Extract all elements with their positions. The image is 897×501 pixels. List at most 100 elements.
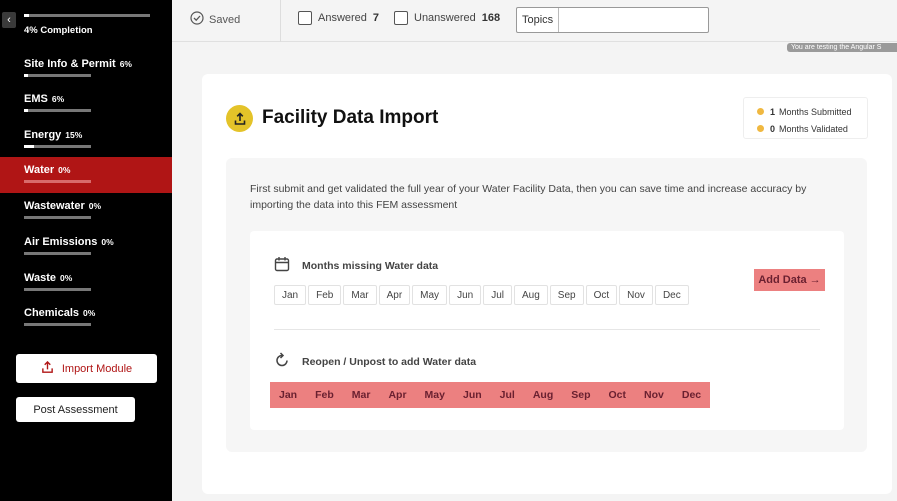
- upload-icon: [41, 360, 54, 377]
- months-legend: 1 Months Submitted 0 Months Validated: [743, 97, 868, 139]
- page-title: Facility Data Import: [262, 107, 439, 128]
- sidebar-item-wastewater[interactable]: Wastewater 0%: [0, 196, 172, 232]
- collapse-sidebar-button[interactable]: ‹: [2, 12, 16, 28]
- topics-value[interactable]: [559, 8, 708, 32]
- test-environment-badge: You are testing the Angular S: [787, 43, 897, 52]
- sidebar-item-bar: [24, 109, 91, 112]
- reopen-month-jul[interactable]: Jul: [491, 382, 524, 408]
- unanswered-checkbox[interactable]: [394, 11, 408, 25]
- missing-months-header: Months missing Water data: [274, 256, 438, 275]
- answered-checkbox[interactable]: [298, 11, 312, 25]
- sidebar-item-label: Site Info & Permit: [24, 58, 116, 70]
- sidebar-item-site-info[interactable]: Site Info & Permit 6%: [0, 54, 172, 90]
- sidebar-item-pct: 0%: [83, 308, 96, 318]
- reopen-month-sep[interactable]: Sep: [562, 382, 599, 408]
- sidebar-item-label: EMS: [24, 93, 48, 105]
- post-assessment-button[interactable]: Post Assessment: [16, 397, 135, 422]
- sidebar-item-bar: [24, 145, 91, 148]
- sidebar-item-bar: [24, 74, 91, 77]
- sidebar-item-label: Energy: [24, 129, 62, 141]
- reopen-month-nov[interactable]: Nov: [635, 382, 673, 408]
- sidebar-item-chemicals[interactable]: Chemicals 0%: [0, 303, 172, 339]
- add-data-button[interactable]: Add Data →: [754, 269, 825, 291]
- unanswered-label: Unanswered: [414, 12, 476, 24]
- import-module-button[interactable]: Import Module: [16, 354, 157, 383]
- month-chip-sep[interactable]: Sep: [549, 285, 584, 305]
- reopen-month-oct[interactable]: Oct: [600, 382, 636, 408]
- add-data-label: Add Data →: [758, 274, 821, 286]
- unanswered-filter[interactable]: Unanswered 168: [394, 11, 500, 25]
- sidebar-item-bar: [24, 288, 91, 291]
- reopen-month-dec[interactable]: Dec: [673, 382, 710, 408]
- sidebar-item-pct: 0%: [101, 237, 114, 247]
- month-chip-aug[interactable]: Aug: [513, 285, 548, 305]
- answered-count: 7: [372, 12, 380, 24]
- reopen-months-list: Jan Feb Mar Apr May Jun Jul Aug Sep Oct …: [270, 382, 711, 408]
- overall-completion: 4% Completion: [24, 14, 150, 36]
- sidebar-item-pct: 6%: [51, 94, 65, 104]
- reopen-month-jun[interactable]: Jun: [454, 382, 491, 408]
- sidebar-item-waste[interactable]: Waste 0%: [0, 268, 172, 304]
- month-chip-dec[interactable]: Dec: [654, 285, 689, 305]
- reopen-month-feb[interactable]: Feb: [306, 382, 343, 408]
- months-panel: Months missing Water data Add Data → Jan…: [250, 231, 844, 430]
- month-chip-feb[interactable]: Feb: [308, 285, 342, 305]
- month-chip-jun[interactable]: Jun: [449, 285, 482, 305]
- month-chip-jan[interactable]: Jan: [274, 285, 307, 305]
- missing-months-list: Jan Feb Mar Apr May Jun Jul Aug Sep Oct …: [274, 285, 689, 305]
- missing-months-title: Months missing Water data: [302, 259, 439, 272]
- facility-data-import-card: Facility Data Import 1 Months Submitted …: [202, 74, 892, 494]
- reopen-title: Reopen / Unpost to add Water data: [302, 355, 477, 368]
- sidebar-item-label: Chemicals: [24, 307, 80, 319]
- completion-bar: [24, 14, 150, 17]
- post-assessment-label: Post Assessment: [33, 403, 118, 416]
- sidebar-item-pct: 0%: [58, 165, 71, 175]
- month-chip-mar[interactable]: Mar: [343, 285, 377, 305]
- sidebar-item-label: Water: [24, 164, 55, 176]
- status-dot: [757, 108, 764, 115]
- reopen-month-aug[interactable]: Aug: [524, 382, 562, 408]
- reopen-header: Reopen / Unpost to add Water data: [274, 352, 476, 371]
- reopen-month-may[interactable]: May: [416, 382, 454, 408]
- sidebar-item-pct: 0%: [88, 201, 102, 211]
- sidebar-item-label: Wastewater: [24, 200, 85, 212]
- month-chip-apr[interactable]: Apr: [378, 285, 411, 305]
- sidebar-item-pct: 15%: [65, 130, 83, 140]
- completion-bar-fill: [24, 14, 30, 17]
- sidebar-item-water[interactable]: Water 0%: [0, 157, 172, 193]
- import-panel: First submit and get validated the full …: [226, 158, 867, 452]
- reopen-month-apr[interactable]: Apr: [379, 382, 415, 408]
- topics-label: Topics: [517, 8, 559, 32]
- sidebar-item-air-emissions[interactable]: Air Emissions 0%: [0, 232, 172, 268]
- month-chip-nov[interactable]: Nov: [619, 285, 653, 305]
- sidebar-item-bar: [24, 216, 91, 219]
- sidebar-item-ems[interactable]: EMS 6%: [0, 89, 172, 125]
- section-divider: [274, 329, 820, 330]
- validated-label: Months Validated: [779, 123, 848, 134]
- answered-filter[interactable]: Answered 7: [298, 11, 379, 25]
- sidebar-item-pct: 0%: [60, 273, 73, 283]
- sidebar-item-bar: [24, 180, 91, 183]
- upload-icon: [226, 105, 253, 132]
- submitted-label: Months Submitted: [779, 106, 852, 117]
- answered-label: Answered: [318, 12, 367, 24]
- reopen-month-mar[interactable]: Mar: [343, 382, 380, 408]
- legend-validated: 0 Months Validated: [757, 120, 867, 137]
- legend-submitted: 1 Months Submitted: [757, 103, 867, 120]
- sidebar-item-label: Waste: [24, 272, 56, 284]
- month-chip-oct[interactable]: Oct: [585, 285, 618, 305]
- reopen-month-jan[interactable]: Jan: [270, 382, 306, 408]
- refresh-icon: [274, 352, 290, 371]
- intro-text: First submit and get validated the full …: [250, 183, 807, 211]
- sidebar-item-bar: [24, 323, 91, 326]
- sidebar-item-label: Air Emissions: [24, 236, 98, 248]
- sidebar-item-bar: [24, 252, 91, 255]
- top-bar: Saved Answered 7 Unanswered 168 Topics: [172, 0, 897, 42]
- sidebar-item-energy[interactable]: Energy 15%: [0, 125, 172, 161]
- unanswered-count: 168: [481, 12, 501, 24]
- month-chip-may[interactable]: May: [412, 285, 448, 305]
- completion-label: 4% Completion: [24, 25, 93, 36]
- topics-select[interactable]: Topics: [516, 7, 709, 33]
- calendar-icon: [274, 256, 290, 275]
- month-chip-jul[interactable]: Jul: [483, 285, 512, 305]
